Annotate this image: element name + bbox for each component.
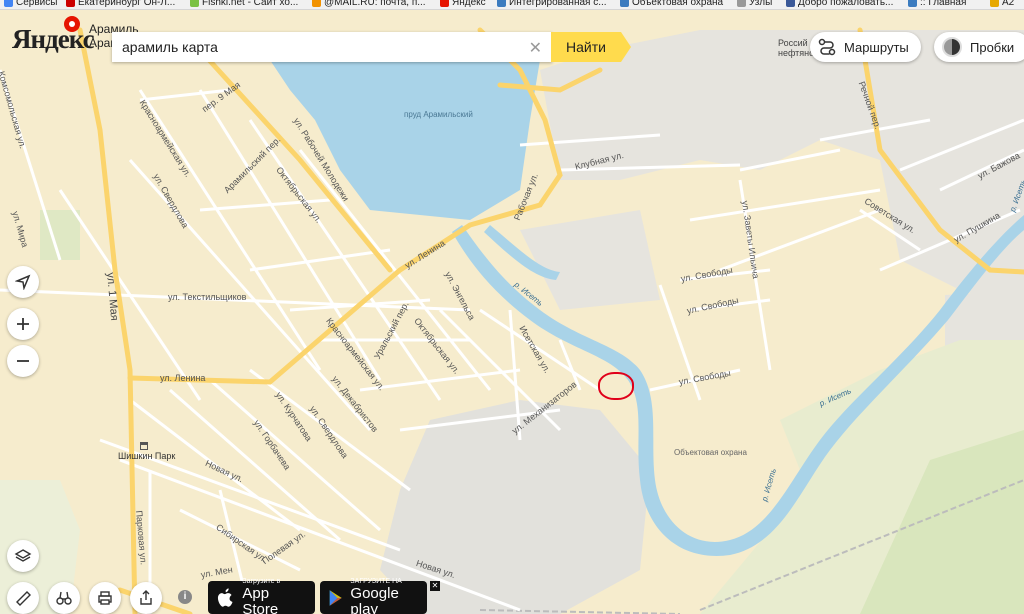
site-icon: [990, 0, 999, 7]
site-icon: [497, 0, 506, 7]
bookmarks-bar: Сервисы Екатеринбург Он-Л... Fishki.net …: [0, 0, 1024, 10]
layers-icon: [14, 549, 32, 562]
find-button[interactable]: Найти: [551, 32, 631, 62]
binoculars-icon: [56, 591, 72, 605]
close-icon[interactable]: ✕: [529, 38, 542, 58]
facebook-icon: [786, 0, 795, 7]
locate-button[interactable]: [7, 266, 39, 298]
ruler-button[interactable]: [7, 582, 39, 614]
shop-icon: [140, 442, 148, 450]
info-icon[interactable]: i: [178, 590, 192, 604]
appstore-badge[interactable]: Загрузите в App Store: [208, 578, 315, 614]
highlight-marker: [598, 372, 634, 400]
traffic-button[interactable]: Пробки: [934, 32, 1024, 62]
share-icon: [140, 590, 152, 605]
apple-icon: [217, 587, 233, 607]
ruler-icon: [16, 591, 31, 606]
industrial-area: [520, 210, 660, 310]
bookmark-item[interactable]: Fishki.net - Сайт хо...: [190, 0, 298, 8]
street-label: ул. Текстильщиков: [168, 292, 247, 302]
bookmark-item[interactable]: Добро пожаловать...: [786, 0, 893, 8]
site-icon: [190, 0, 199, 7]
site-icon: [66, 0, 75, 7]
bookmark-item[interactable]: Интегрированная с...: [497, 0, 607, 8]
route-icon: [818, 38, 836, 56]
layers-button[interactable]: [7, 540, 39, 572]
site-icon: [312, 0, 321, 7]
area-label: Объектовая охрана: [674, 448, 747, 457]
bookmark-item[interactable]: Яндекс: [440, 0, 486, 8]
map-label: Россий нефтяно: [778, 38, 815, 58]
close-badges-button[interactable]: ✕: [430, 581, 440, 591]
bookmark-item[interactable]: A2: [990, 0, 1014, 8]
locate-icon: [15, 274, 31, 290]
apps-icon: [4, 0, 13, 7]
site-icon: [908, 0, 917, 7]
printer-icon: [98, 591, 112, 605]
plus-icon: [17, 318, 29, 330]
zoom-out-button[interactable]: [7, 345, 39, 377]
share-button[interactable]: [130, 582, 162, 614]
search-box: ✕: [112, 32, 552, 62]
print-button[interactable]: [89, 582, 121, 614]
bookmark-item[interactable]: :: Главная: [908, 0, 966, 8]
bookmark-item[interactable]: @MAIL.RU: почта, п...: [312, 0, 426, 8]
bookmark-item[interactable]: Сервисы: [4, 0, 57, 8]
street-label: ул. Ленина: [160, 373, 206, 383]
bookmark-item[interactable]: Узлы: [737, 0, 772, 8]
routes-button[interactable]: Маршруты: [810, 32, 921, 62]
googleplay-badge[interactable]: ЗАГРУЗИТЕ НА Google play: [320, 578, 427, 614]
minus-icon: [17, 360, 29, 362]
map-canvas[interactable]: пруд Арамильский Объектовая охрана Шишки…: [0, 10, 1024, 614]
pond-label: пруд Арамильский: [404, 110, 473, 119]
site-icon: [440, 0, 449, 7]
panorama-button[interactable]: [48, 582, 80, 614]
google-play-icon: [329, 589, 342, 606]
traffic-icon: [942, 37, 962, 57]
folder-icon: [737, 0, 746, 7]
site-icon: [620, 0, 629, 7]
bookmark-item[interactable]: Екатеринбург Он-Л...: [66, 0, 175, 8]
zoom-in-button[interactable]: [7, 308, 39, 340]
poi-label: Шишкин Парк: [118, 451, 176, 461]
bookmark-item[interactable]: Объектовая охрана: [620, 0, 723, 8]
search-input[interactable]: [112, 39, 517, 55]
yandex-logo[interactable]: Яндекс: [12, 24, 95, 55]
